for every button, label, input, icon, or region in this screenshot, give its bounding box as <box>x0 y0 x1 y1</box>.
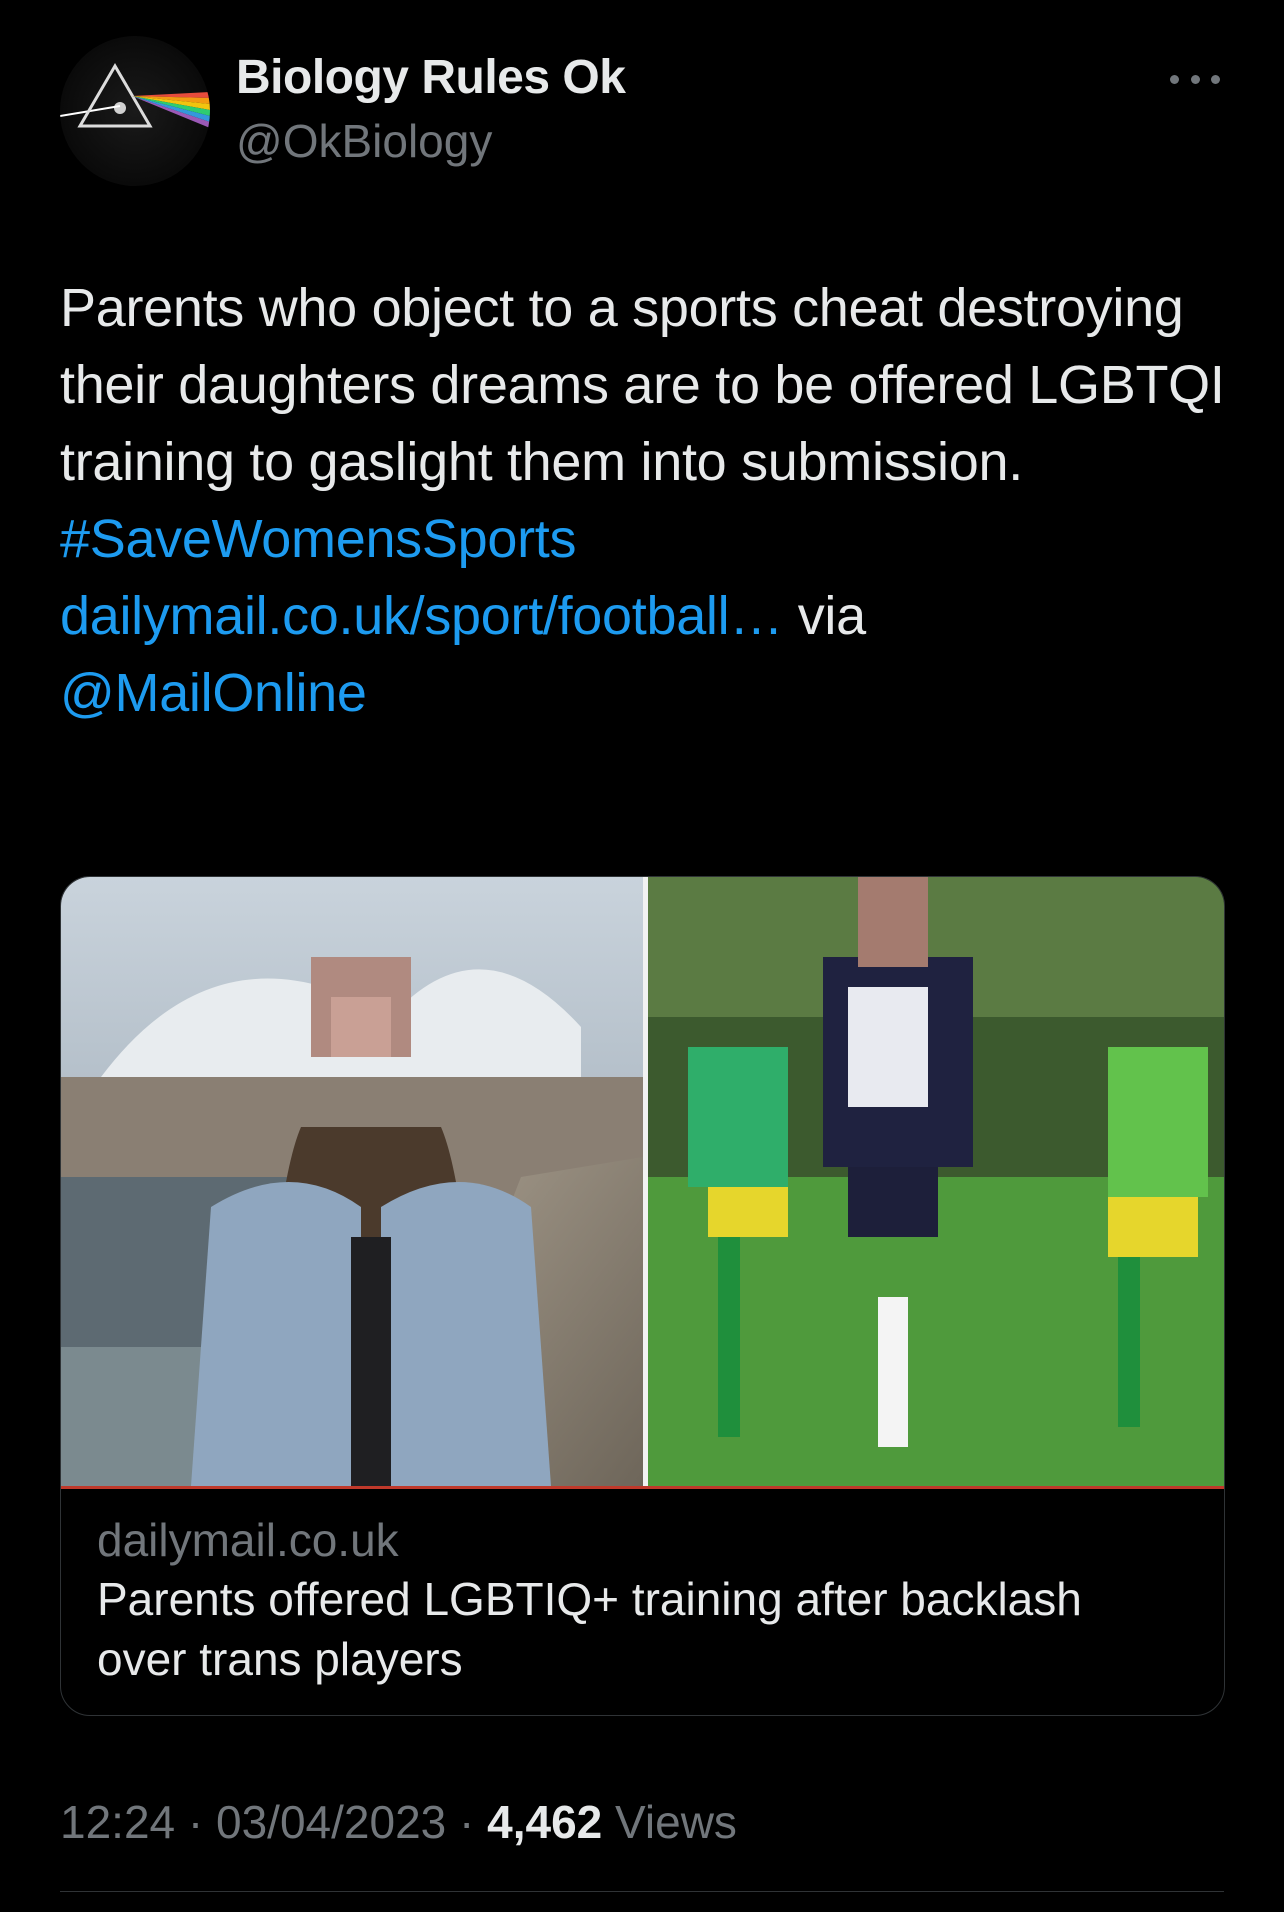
author-display-name[interactable]: Biology Rules Ok <box>236 50 626 105</box>
more-dot-icon <box>1170 74 1179 84</box>
more-dot-icon <box>1190 74 1200 84</box>
hashtag-link[interactable]: #SaveWomensSports <box>60 501 1230 578</box>
via-text: via <box>797 586 866 646</box>
mention-link[interactable]: @MailOnline <box>60 655 1230 732</box>
card-image <box>61 877 1224 1489</box>
more-options-button[interactable] <box>1170 64 1220 94</box>
divider <box>60 1891 1224 1892</box>
card-image-right <box>648 877 1224 1486</box>
more-dot-icon <box>1211 74 1220 84</box>
meta-separator: · <box>459 1796 475 1848</box>
tweet-body: Parents who object to a sports cheat des… <box>60 278 1225 492</box>
views-count: 4,462 <box>487 1796 603 1848</box>
tweet-text: Parents who object to a sports cheat des… <box>60 270 1230 732</box>
card-domain: dailymail.co.uk <box>97 1514 399 1566</box>
tweet-meta: 12:24 · 03/04/2023 · 4,462 Views <box>60 1795 737 1849</box>
author-handle[interactable]: @OkBiology <box>236 114 492 168</box>
card-image-left <box>61 877 643 1486</box>
views-label: Views <box>615 1796 737 1848</box>
card-title: Parents offered LGBTIQ+ training after b… <box>97 1573 1082 1685</box>
article-link[interactable]: dailymail.co.uk/sport/football… <box>60 586 783 646</box>
tweet-date[interactable]: 03/04/2023 <box>216 1796 446 1848</box>
tweet-time[interactable]: 12:24 <box>60 1796 175 1848</box>
avatar[interactable] <box>60 36 210 186</box>
meta-separator: · <box>187 1796 204 1848</box>
link-preview-card[interactable]: dailymail.co.uk Parents offered LGBTIQ+ … <box>60 876 1225 1716</box>
prism-rainbow-icon <box>60 63 210 128</box>
